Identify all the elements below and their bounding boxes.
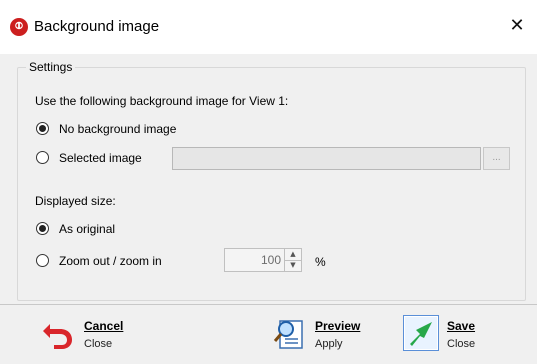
zoom-unit: % [315,255,326,269]
zoom-value[interactable]: 100 [261,253,281,267]
as-original-label[interactable]: As original [59,222,115,236]
close-button[interactable]: ✕ [503,12,531,40]
check-arrow-icon[interactable] [403,315,439,351]
footer-bar: Cancel Close Preview Apply Save Close [0,304,537,364]
preview-button[interactable]: Preview Apply [271,305,381,364]
window-title: Background image [34,18,160,35]
magnifier-document-icon[interactable] [271,315,307,351]
instruction-text: Use the following background image for V… [35,94,289,108]
cancel-button[interactable]: Cancel Close [40,305,140,364]
image-path-field[interactable] [172,147,481,170]
selected-image-radio[interactable] [36,151,49,164]
undo-arrow-icon[interactable] [40,315,76,351]
zoom-stepper-buttons[interactable]: ▲ ▼ [284,249,301,271]
zoom-label[interactable]: Zoom out / zoom in [59,254,162,268]
as-original-radio[interactable] [36,222,49,235]
settings-group-label: Settings [26,60,76,74]
no-background-label[interactable]: No background image [59,122,176,136]
zoom-radio[interactable] [36,254,49,267]
preview-label[interactable]: Preview [315,319,360,333]
no-background-radio[interactable] [36,122,49,135]
preview-sub-label: Apply [315,338,343,350]
cancel-sub-label: Close [84,338,113,350]
title-bar: ⦷ Background image ✕ [0,0,537,54]
save-label[interactable]: Save [447,319,475,333]
displayed-size-label: Displayed size: [35,194,116,208]
save-button[interactable]: Save Close [403,305,503,364]
selected-image-label[interactable]: Selected image [59,151,142,165]
browse-button[interactable]: ... [483,147,510,170]
save-sub-label: Close [447,338,476,350]
zoom-stepper[interactable]: 100 ▲ ▼ [224,248,302,272]
stepper-down-icon[interactable]: ▼ [285,260,301,271]
cancel-label[interactable]: Cancel [84,319,123,333]
app-logo-icon: ⦷ [10,18,28,36]
